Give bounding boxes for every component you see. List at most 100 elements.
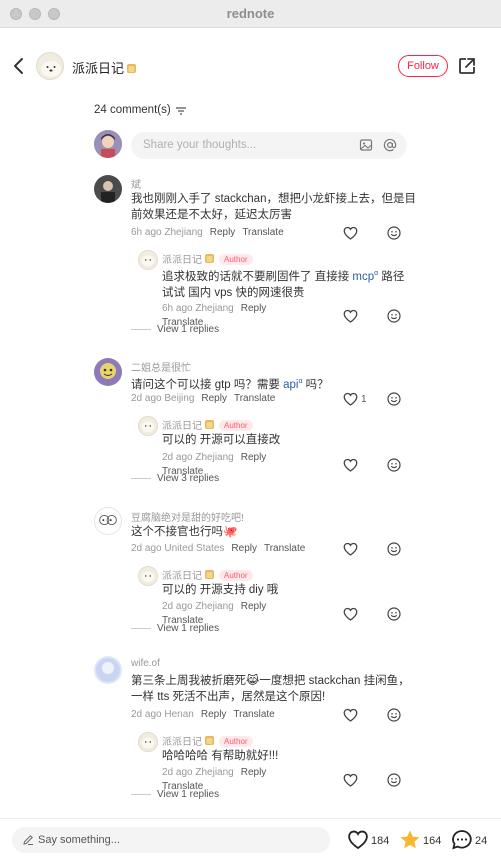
- bottom-action-bar: Say something... 184 164 24: [0, 818, 501, 859]
- post-header: 派派日记 Follow: [0, 44, 501, 88]
- like-count: 184: [371, 835, 390, 847]
- heart-icon[interactable]: [343, 392, 358, 406]
- current-user-avatar: [94, 130, 122, 158]
- follow-button[interactable]: Follow: [398, 55, 448, 77]
- heart-icon[interactable]: [343, 607, 358, 621]
- translate-button[interactable]: Translate: [242, 227, 283, 238]
- back-arrow-icon[interactable]: [10, 56, 28, 76]
- comment-text: 请问这个可以接 gtp 吗？需要 apiα 吗？: [131, 378, 329, 391]
- comment-bubble-icon[interactable]: [451, 829, 473, 850]
- author-badge: Author: [219, 254, 253, 265]
- heart-icon[interactable]: [343, 773, 358, 787]
- reply-author-avatar[interactable]: [138, 566, 158, 586]
- bread-emoji-icon: [127, 64, 137, 73]
- reply-text: 可以的 开源可以直接改: [162, 434, 281, 446]
- reply-button[interactable]: Reply: [241, 767, 267, 778]
- reply-button[interactable]: Reply: [241, 452, 267, 463]
- smile-icon[interactable]: [387, 458, 401, 472]
- commenter-name[interactable]: 二姐总是很忙: [131, 359, 191, 374]
- heart-icon[interactable]: [343, 458, 358, 472]
- smile-icon[interactable]: [387, 773, 401, 787]
- reply-author-name[interactable]: 派派日记 Author: [162, 251, 253, 266]
- author-badge: Author: [219, 570, 253, 581]
- bread-emoji-icon: [205, 254, 214, 263]
- commenter-avatar[interactable]: [94, 656, 122, 684]
- image-icon[interactable]: [359, 138, 373, 152]
- window-title: rednote: [226, 6, 275, 21]
- reply-author-avatar[interactable]: [138, 416, 158, 436]
- commenter-avatar[interactable]: [94, 175, 122, 203]
- reply-meta: 6h ago Zhejiang Reply: [162, 303, 267, 314]
- star-icon[interactable]: [399, 829, 421, 850]
- commenter-name[interactable]: 斌: [131, 176, 141, 191]
- heart-icon[interactable]: [347, 829, 369, 850]
- reply-button[interactable]: Reply: [210, 227, 236, 238]
- collect-count: 164: [423, 835, 442, 847]
- view-replies-link[interactable]: View 3 replies: [131, 473, 219, 484]
- bread-emoji-icon: [205, 736, 214, 745]
- author-name[interactable]: 派派日记: [72, 58, 137, 77]
- sort-icon[interactable]: [176, 107, 186, 115]
- smile-icon[interactable]: [387, 226, 401, 240]
- api-link[interactable]: apiα: [283, 378, 302, 391]
- comment-input-placeholder: Share your thoughts...: [143, 139, 257, 151]
- author-badge: Author: [219, 736, 253, 747]
- heart-icon[interactable]: [343, 542, 358, 556]
- reply-author-name[interactable]: 派派日记 Author: [162, 567, 253, 582]
- reply-button[interactable]: Reply: [201, 709, 227, 720]
- divider: [131, 793, 151, 795]
- bread-emoji-icon: [205, 420, 214, 429]
- author-avatar[interactable]: [36, 52, 64, 80]
- at-icon[interactable]: [383, 138, 397, 152]
- translate-button[interactable]: Translate: [234, 393, 275, 404]
- commenter-name[interactable]: wife.of: [131, 658, 160, 669]
- comment-text: 这个不接官也行吗🐙: [131, 526, 238, 538]
- comment-meta: 2d ago United States Reply Translate: [131, 543, 306, 554]
- reply-meta: 2d ago Zhejiang Reply: [162, 767, 267, 778]
- reply-author-avatar[interactable]: [138, 250, 158, 270]
- heart-icon[interactable]: [343, 708, 358, 722]
- comment-count-bottom: 24: [475, 835, 488, 847]
- say-something-placeholder: Say something...: [38, 834, 120, 846]
- translate-button[interactable]: Translate: [233, 709, 274, 720]
- share-icon[interactable]: [457, 56, 477, 76]
- divider: [131, 627, 151, 629]
- commenter-avatar[interactable]: [94, 358, 122, 386]
- reply-meta: 2d ago Zhejiang Reply: [162, 601, 267, 612]
- reply-button[interactable]: Reply: [241, 601, 267, 612]
- smile-icon[interactable]: [387, 708, 401, 722]
- reply-button[interactable]: Reply: [231, 543, 257, 554]
- bread-emoji-icon: [205, 570, 214, 579]
- author-badge: Author: [219, 420, 253, 431]
- view-replies-link[interactable]: View 1 replies: [131, 324, 219, 335]
- heart-icon[interactable]: [343, 226, 358, 240]
- commenter-avatar[interactable]: [94, 507, 122, 535]
- reply-author-avatar[interactable]: [138, 732, 158, 752]
- smile-icon[interactable]: [387, 309, 401, 323]
- view-replies-link[interactable]: View 1 replies: [131, 623, 219, 634]
- smile-icon[interactable]: [387, 542, 401, 556]
- reply-button[interactable]: Reply: [241, 303, 267, 314]
- smile-icon[interactable]: [387, 392, 401, 406]
- view-replies-link[interactable]: View 1 replies: [131, 789, 219, 800]
- pencil-icon: [23, 835, 33, 845]
- heart-icon[interactable]: [343, 309, 358, 323]
- comment-count: 24 comment(s): [94, 104, 171, 116]
- smile-icon[interactable]: [387, 607, 401, 621]
- divider: [131, 328, 151, 330]
- translate-button[interactable]: Translate: [264, 543, 305, 554]
- say-something-input[interactable]: Say something...: [12, 827, 330, 853]
- reply-text: 哈哈哈哈 有帮助就好!!!: [162, 750, 279, 762]
- commenter-name[interactable]: 豆腐脑绝对是甜的好吃吧!: [131, 509, 244, 524]
- like-count: 1: [361, 394, 367, 405]
- comment-input[interactable]: Share your thoughts...: [131, 132, 407, 159]
- reply-author-name[interactable]: 派派日记 Author: [162, 733, 253, 748]
- comment-text: 我也刚刚入手了 stackchan，想把小龙虾接上去，但是目 前效果还是不太好，…: [131, 193, 416, 221]
- reply-author-name[interactable]: 派派日记 Author: [162, 417, 253, 432]
- mcp-link[interactable]: mcpα: [352, 270, 378, 283]
- comment-text: 第三条上周我被折磨死😹一度想把 stackchan 挂闲鱼， 一样 tts 死活…: [131, 675, 410, 703]
- comment-meta: 2d ago Beijing Reply Translate: [131, 393, 276, 404]
- reply-text: 可以的 开源支持 diy 哦: [162, 584, 279, 596]
- reply-button[interactable]: Reply: [201, 393, 227, 404]
- comment-meta: 6h ago Zhejiang Reply Translate: [131, 227, 284, 238]
